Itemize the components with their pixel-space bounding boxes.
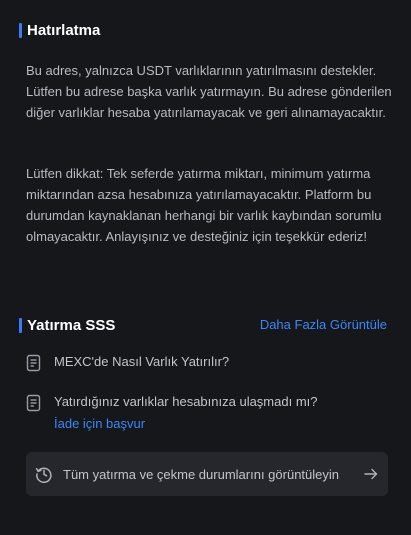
heading-accent-bar bbox=[19, 318, 22, 333]
faq-item-deposit-not-arrived[interactable]: Yatırdığınız varlıklar hesabınıza ulaşma… bbox=[26, 394, 318, 412]
reminder-heading: Hatırlatma bbox=[19, 22, 100, 39]
view-all-status-label: Tüm yatırma ve çekme durumlarını görüntü… bbox=[63, 466, 339, 482]
faq-item-label: Yatırdığınız varlıklar hesabınıza ulaşma… bbox=[54, 394, 318, 409]
reminder-paragraph-2: Lütfen dikkat: Tek seferde yatırma mikta… bbox=[26, 166, 382, 244]
refund-request-link[interactable]: İade için başvur bbox=[54, 416, 145, 431]
heading-accent-bar bbox=[19, 23, 22, 38]
faq-item-how-to-deposit[interactable]: MEXC'de Nasıl Varlık Yatırılır? bbox=[26, 354, 229, 372]
faq-title: Yatırma SSS bbox=[27, 317, 116, 334]
reminder-title: Hatırlatma bbox=[27, 22, 101, 39]
deposit-info-panel: Hatırlatma Bu adres, yalnızca USDT varlı… bbox=[0, 0, 411, 535]
document-icon bbox=[26, 394, 41, 412]
reminder-paragraph-1: Bu adres, yalnızca USDT varlıklarının ya… bbox=[26, 63, 392, 120]
document-icon bbox=[26, 354, 41, 372]
faq-item-label: MEXC'de Nasıl Varlık Yatırılır? bbox=[54, 354, 230, 369]
arrow-right-icon bbox=[364, 468, 378, 480]
view-more-link[interactable]: Daha Fazla Görüntüle bbox=[260, 317, 387, 332]
view-all-status-button[interactable]: Tüm yatırma ve çekme durumlarını görüntü… bbox=[26, 452, 388, 496]
faq-heading: Yatırma SSS bbox=[19, 317, 115, 334]
history-clock-icon bbox=[35, 467, 52, 483]
